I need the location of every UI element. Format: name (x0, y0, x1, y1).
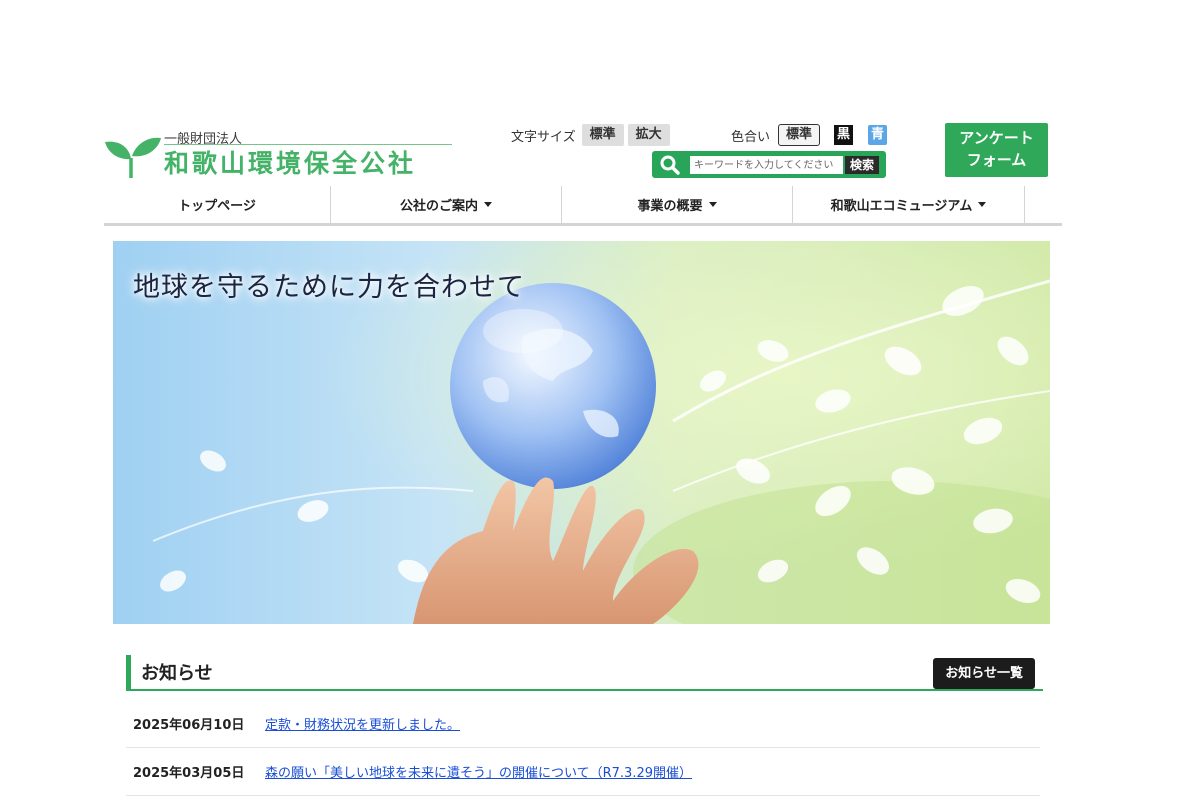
news-date: 2025年03月05日 (133, 766, 245, 781)
org-name: 和歌山環境保全公社 (164, 149, 417, 178)
news-title: お知らせ (141, 663, 213, 684)
search-icon[interactable] (659, 154, 681, 176)
hero-banner: 地球を守るために力を合わせて (113, 241, 1050, 624)
color-scheme-label: 色合い (731, 129, 771, 145)
search-input[interactable] (690, 156, 843, 174)
hero-slogan: 地球を守るために力を合わせて (133, 272, 525, 303)
nav-item-eco-museum[interactable]: 和歌山エコミュージアム (793, 186, 1025, 223)
news-all-button[interactable]: お知らせ一覧 (933, 658, 1035, 689)
list-item: 2025年03月05日 森の願い「美しい地球を未来に遺そう」の開催について（R7… (126, 748, 1040, 796)
news-list: 2025年06月10日 定款・財務状況を更新しました。 2025年03月05日 … (126, 700, 1040, 796)
news-date: 2025年06月10日 (133, 718, 245, 733)
color-standard-button[interactable]: 標準 (778, 124, 821, 146)
list-item: 2025年06月10日 定款・財務状況を更新しました。 (126, 700, 1040, 748)
site-search: 検索 (652, 151, 886, 178)
news-link[interactable]: 森の願い「美しい地球を未来に遺そう」の開催について（R7.3.29開催） (265, 762, 692, 781)
nav-item-business[interactable]: 事業の概要 (562, 186, 793, 223)
color-black-button[interactable]: 黒 (834, 125, 854, 145)
search-button[interactable]: 検索 (845, 156, 880, 174)
sprout-icon (105, 137, 161, 178)
color-scheme-switcher: 色合い 標準 黒 青 (731, 123, 888, 147)
site-logo[interactable]: 一般財団法人 和歌山環境保全公社 (104, 128, 454, 180)
survey-line-1: アンケート (959, 129, 1034, 147)
caret-down-icon (708, 202, 717, 207)
heading-accent-bar (126, 655, 131, 689)
survey-line-2: フォーム (966, 151, 1027, 169)
nav-item-about[interactable]: 公社のご案内 (331, 186, 562, 223)
caret-down-icon (484, 202, 492, 207)
nav-item-label: トップページ (178, 199, 256, 214)
nav-item-label: 公社のご案内 (399, 199, 478, 214)
news-link[interactable]: 定款・財務状況を更新しました。 (265, 714, 460, 733)
font-size-switcher: 文字サイズ 標準 拡大 (511, 124, 670, 146)
survey-form-button[interactable]: アンケート フォーム (945, 123, 1048, 177)
nav-item-top[interactable]: トップページ (104, 186, 331, 223)
caret-down-icon (978, 202, 987, 207)
global-nav: トップページ 公社のご案内 事業の概要 和歌山エコミュージアム (104, 186, 1062, 226)
nav-item-label: 和歌山エコミュージアム (830, 199, 973, 214)
color-blue-button[interactable]: 青 (868, 125, 888, 145)
news-section-header: お知らせ お知らせ一覧 (126, 655, 1043, 691)
font-size-large-button[interactable]: 拡大 (627, 124, 670, 146)
font-size-label: 文字サイズ (511, 129, 576, 145)
font-size-standard-button[interactable]: 標準 (581, 124, 624, 146)
nav-item-label: 事業の概要 (637, 199, 703, 214)
